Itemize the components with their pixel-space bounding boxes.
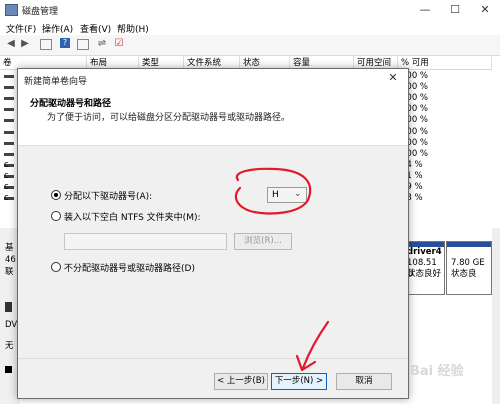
- new-simple-volume-wizard: 新建简单卷向导 ✕ 分配驱动器号和路径 为了便于访问，可以给磁盘分区分配驱动器号…: [17, 68, 409, 399]
- menu-file[interactable]: 文件(F): [6, 22, 36, 35]
- menu-view[interactable]: 查看(V): [80, 22, 111, 35]
- column-header-percent-free[interactable]: % 可用: [398, 56, 492, 70]
- back-button[interactable]: < 上一步(B): [214, 373, 268, 390]
- drive-letter-value: H: [272, 190, 279, 200]
- forward-arrow-icon[interactable]: ▶: [19, 38, 31, 50]
- option-assign-drive-letter-label[interactable]: 分配以下驱动器号(A):: [64, 189, 152, 202]
- unallocated-legend-icon: [5, 366, 12, 373]
- radio-no-drive-letter[interactable]: [51, 262, 61, 272]
- connect-icon[interactable]: ⇌: [96, 38, 108, 50]
- vertical-scrollbar[interactable]: [492, 228, 500, 404]
- refresh-icon[interactable]: ☑: [113, 38, 125, 50]
- volume-icon: [4, 86, 14, 90]
- properties-icon[interactable]: [77, 39, 89, 50]
- volume-next[interactable]: 7.80 GE 状态良: [446, 241, 492, 295]
- volume-name-fragment: c: [4, 159, 9, 170]
- volume-icon: [4, 108, 14, 112]
- help-icon[interactable]: ?: [60, 38, 70, 48]
- drive-letter-dropdown[interactable]: H ⌄: [267, 187, 307, 203]
- volume-status: 状态良好: [407, 269, 442, 279]
- volume-name-fragment: c: [4, 170, 9, 181]
- volume-icon: [4, 141, 14, 145]
- cancel-button[interactable]: 取消: [336, 373, 392, 390]
- step-description: 为了便于访问，可以给磁盘分区分配驱动器号或驱动器路径。: [47, 113, 291, 123]
- disk-management-icon: [5, 4, 18, 16]
- volume-size: 7.80 GE: [451, 258, 485, 268]
- menu-action[interactable]: 操作(A): [42, 22, 73, 35]
- minimize-button[interactable]: —: [410, 0, 440, 20]
- disk-label-fragment: 基: [5, 243, 14, 253]
- dvd-drive-icon: [5, 302, 12, 312]
- disk-label-fragment: DV: [5, 320, 18, 330]
- mount-path-input[interactable]: [64, 233, 227, 250]
- option-mount-folder-label[interactable]: 装入以下空白 NTFS 文件夹中(M):: [64, 210, 201, 223]
- volume-icon: [4, 152, 14, 156]
- menu-help[interactable]: 帮助(H): [117, 22, 149, 35]
- maximize-button[interactable]: ☐: [440, 0, 470, 20]
- back-arrow-icon[interactable]: ◀: [5, 38, 17, 50]
- volume-name-fragment: c: [4, 193, 9, 204]
- step-title: 分配驱动器号和路径: [30, 99, 112, 109]
- menu-bar: [0, 20, 500, 35]
- dialog-title: 新建简单卷向导: [24, 77, 88, 87]
- grid-icon[interactable]: [40, 39, 52, 50]
- close-button[interactable]: ✕: [470, 0, 500, 20]
- volume-icon: [4, 97, 14, 101]
- volume-icon: [4, 119, 14, 123]
- toolbar: [0, 35, 500, 56]
- dialog-close-button[interactable]: ✕: [382, 71, 404, 87]
- volume-icon: [4, 130, 14, 134]
- volume-name: driver4: [407, 247, 442, 257]
- option-no-drive-letter-label[interactable]: 不分配驱动器号或驱动器路径(D): [64, 261, 195, 274]
- dialog-separator: [18, 358, 408, 359]
- volume-status: 状态良: [451, 269, 477, 279]
- disk-label-fragment: 联: [5, 267, 14, 277]
- disk-label-fragment: 46: [5, 255, 16, 265]
- chevron-down-icon: ⌄: [294, 189, 302, 199]
- next-button[interactable]: 下一步(N) >: [271, 373, 327, 390]
- window-title: 磁盘管理: [22, 7, 59, 17]
- radio-assign-drive-letter[interactable]: [51, 190, 61, 200]
- volume-icon: [4, 75, 14, 78]
- browse-button[interactable]: 浏览(R)...: [234, 233, 292, 250]
- watermark-logo: Bai 经验: [410, 364, 464, 379]
- volume-name-fragment: c: [4, 182, 9, 192]
- radio-mount-folder[interactable]: [51, 211, 61, 221]
- volume-bar: [447, 242, 491, 247]
- disk-label-fragment: 无: [5, 341, 14, 351]
